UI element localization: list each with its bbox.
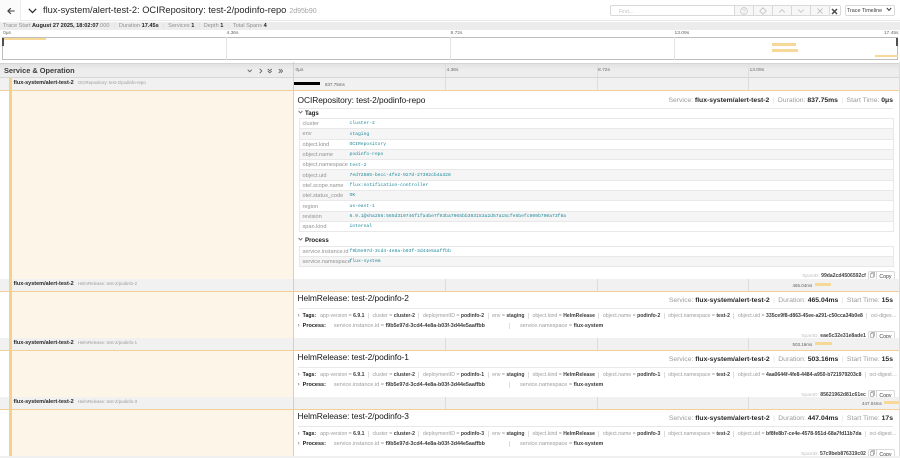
svg-text:?: ? <box>743 9 746 15</box>
